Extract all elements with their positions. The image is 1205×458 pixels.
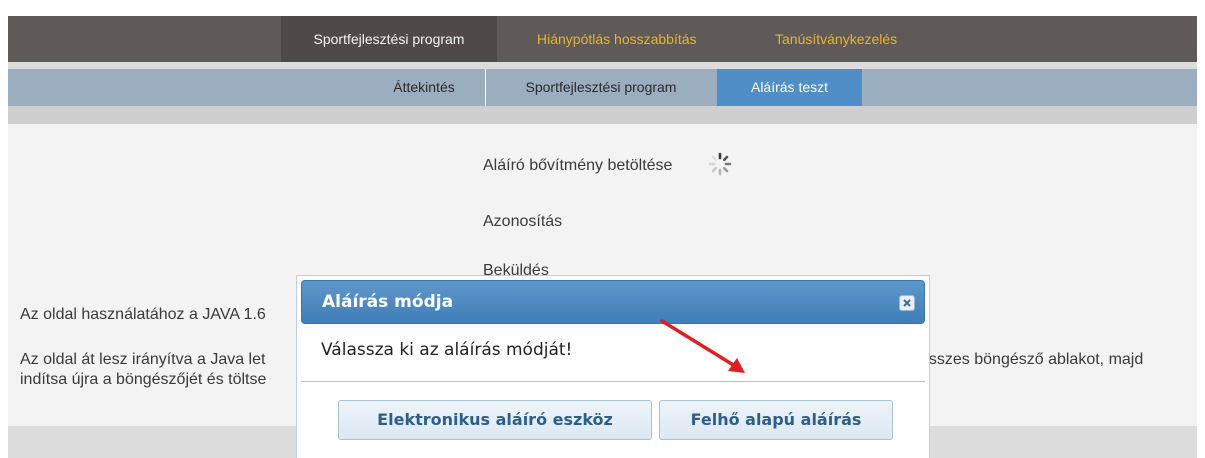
close-icon: [903, 299, 911, 307]
dialog-title: Aláírás módja: [322, 292, 454, 312]
electronic-signing-device-button[interactable]: Elektronikus aláíró eszköz: [338, 400, 652, 440]
tab-attekintes[interactable]: Áttekintés: [363, 69, 485, 106]
signature-mode-dialog: Aláírás módja Válassza ki az aláírás mód…: [296, 275, 930, 458]
redirect-text-line2: indítsa újra a böngészőjét és töltse: [20, 371, 267, 388]
dialog-titlebar[interactable]: Aláírás módja: [301, 280, 925, 324]
topnav-item-tanusitvanykezeles[interactable]: Tanúsítványkezelés: [775, 16, 897, 62]
step-auth-label: Azonosítás: [483, 213, 563, 230]
redirect-text-line1: Az oldal át lesz irányítva a Java let: [20, 351, 266, 368]
divider-strip: [8, 106, 1197, 124]
redirect-text-line1-right: összes böngésző ablakot, majd: [920, 351, 1144, 368]
dialog-divider: [301, 381, 925, 382]
sub-navigation: Áttekintés Sportfejlesztési program Aláí…: [8, 69, 1197, 106]
topnav-item-hianypotlas-hosszabbitas[interactable]: Hiánypótlás hosszabbítás: [537, 16, 697, 62]
loading-spinner-icon: [708, 152, 732, 176]
dialog-message: Válassza ki az aláírás módját!: [321, 340, 573, 360]
topnav-item-sportfejlesztesi-program[interactable]: Sportfejlesztési program: [281, 16, 497, 62]
top-navigation: Sportfejlesztési program Hiánypótlás hos…: [8, 16, 1197, 62]
tab-alairas-teszt[interactable]: Aláírás teszt: [717, 69, 862, 106]
annotation-arrow-icon: [660, 319, 745, 373]
dialog-close-button[interactable]: [899, 295, 915, 311]
step-loading-label: Aláíró bővítmény betöltése: [483, 157, 673, 174]
cloud-signature-button[interactable]: Felhő alapú aláírás: [659, 400, 893, 440]
tab-sportfejlesztesi-program[interactable]: Sportfejlesztési program: [486, 69, 716, 106]
java-requirement-text: Az oldal használatához a JAVA 1.6: [20, 306, 266, 323]
